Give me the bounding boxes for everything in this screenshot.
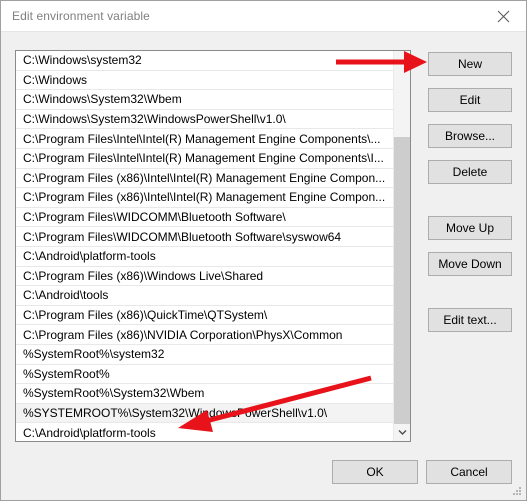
- dialog-body: C:\Windows\system32 C:\Windows C:\Windows\…: [1, 32, 526, 500]
- list-item[interactable]: C:\Android\platform-tools: [16, 423, 393, 441]
- list-item[interactable]: C:\Program Files\WIDCOMM\Bluetooth Softw…: [16, 207, 393, 228]
- list-item[interactable]: C:\Windows\System32\Wbem: [16, 90, 393, 110]
- list-item[interactable]: C:\Program Files\WIDCOMM\Bluetooth Softw…: [16, 227, 393, 247]
- list-item[interactable]: %SystemRoot%: [16, 364, 393, 385]
- close-icon[interactable]: [480, 1, 526, 31]
- title-bar: Edit environment variable: [1, 1, 526, 32]
- path-list-rows: C:\Windows\system32 C:\Windows C:\Windows\…: [16, 51, 393, 441]
- delete-button[interactable]: Delete: [428, 160, 512, 184]
- new-button[interactable]: New: [428, 52, 512, 76]
- resize-grip-icon[interactable]: [511, 485, 523, 497]
- list-item[interactable]: C:\Windows\System32\WindowsPowerShell\v1…: [16, 109, 393, 130]
- list-item[interactable]: %SYSTEMROOT%\System32\WindowsPowerShell\…: [16, 403, 393, 424]
- ok-button[interactable]: OK: [332, 460, 418, 484]
- list-scrollbar[interactable]: [393, 51, 410, 441]
- cancel-button[interactable]: Cancel: [426, 460, 512, 484]
- list-item[interactable]: C:\Program Files (x86)\Intel\Intel(R) Ma…: [16, 188, 393, 208]
- edit-environment-variable-dialog: Edit environment variable C:\Windows\sys…: [0, 0, 527, 501]
- list-item[interactable]: C:\Android\tools: [16, 286, 393, 306]
- edit-button[interactable]: Edit: [428, 88, 512, 112]
- scrollbar-thumb[interactable]: [394, 137, 410, 424]
- chevron-down-icon[interactable]: [394, 424, 410, 441]
- list-item[interactable]: C:\Program Files (x86)\NVIDIA Corporatio…: [16, 325, 393, 345]
- move-up-button[interactable]: Move Up: [428, 216, 512, 240]
- list-item[interactable]: C:\Program Files (x86)\Windows Live\Shar…: [16, 266, 393, 287]
- list-item[interactable]: C:\Program Files\Intel\Intel(R) Manageme…: [16, 129, 393, 149]
- window-title: Edit environment variable: [12, 9, 150, 23]
- list-item[interactable]: C:\Program Files (x86)\Intel\Intel(R) Ma…: [16, 168, 393, 189]
- list-item[interactable]: C:\Windows\system32: [16, 51, 393, 71]
- list-item[interactable]: C:\Windows: [16, 70, 393, 91]
- list-item[interactable]: %SystemRoot%\system32: [16, 344, 393, 365]
- list-item[interactable]: C:\Program Files (x86)\QuickTime\QTSyste…: [16, 305, 393, 326]
- edit-text-button[interactable]: Edit text...: [428, 308, 512, 332]
- list-item[interactable]: C:\Program Files\Intel\Intel(R) Manageme…: [16, 148, 393, 169]
- list-item[interactable]: %SystemRoot%\System32\Wbem: [16, 384, 393, 404]
- list-item[interactable]: C:\Android\platform-tools: [16, 246, 393, 267]
- browse-button[interactable]: Browse...: [428, 124, 512, 148]
- move-down-button[interactable]: Move Down: [428, 252, 512, 276]
- path-list-box[interactable]: C:\Windows\system32 C:\Windows C:\Windows\…: [15, 50, 411, 442]
